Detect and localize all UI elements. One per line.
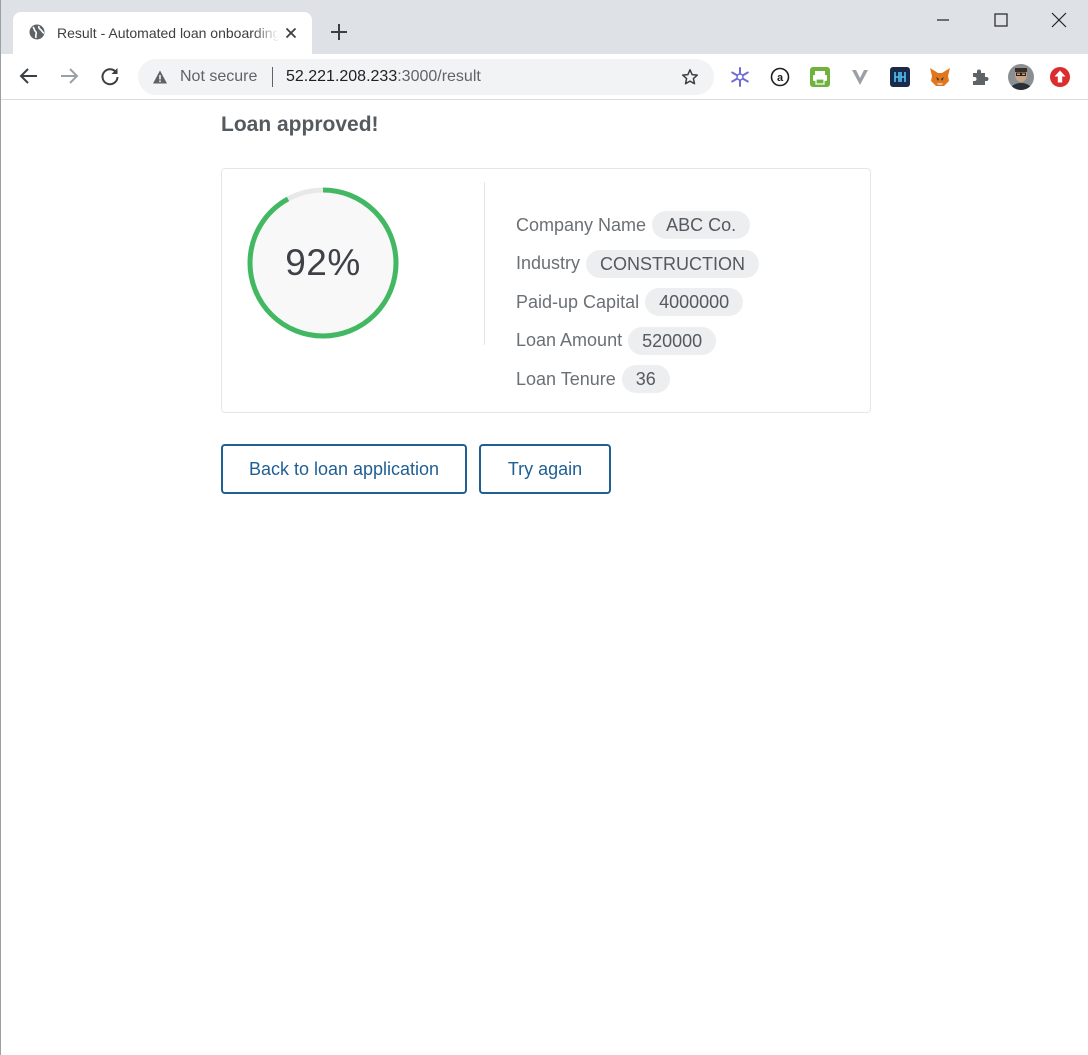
bookmark-star-icon[interactable] — [681, 68, 699, 86]
field-label: Company Name — [516, 214, 647, 235]
try-again-button[interactable]: Try again — [479, 444, 611, 494]
metamask-fox-icon[interactable] — [929, 66, 951, 88]
field-loan-amount: Loan Amount 520000 — [516, 322, 759, 361]
active-tab[interactable]: Result - Automated loan onboarding — [13, 12, 312, 54]
field-value-badge: 36 — [621, 365, 670, 394]
browser-toolbar: Not secure 52.221.208.233:3000/result a — [1, 54, 1088, 100]
globe-icon — [29, 24, 45, 40]
a-circle-extension-icon[interactable]: a — [769, 66, 791, 88]
v-extension-icon[interactable] — [849, 66, 871, 88]
url-host: 52.221.208.233 — [286, 68, 398, 85]
snowflake-extension-icon[interactable] — [729, 66, 751, 88]
back-to-loan-application-button[interactable]: Back to loan application — [221, 444, 467, 494]
security-status[interactable]: Not secure — [180, 68, 257, 86]
field-loan-tenure: Loan Tenure 36 — [516, 360, 759, 399]
close-tab-icon[interactable] — [283, 25, 299, 41]
red-up-arrow-extension-icon[interactable] — [1049, 66, 1071, 88]
tab-strip: Result - Automated loan onboarding — [1, 0, 1088, 54]
field-label: Loan Amount — [516, 330, 623, 351]
field-value-badge: 520000 — [628, 326, 717, 355]
address-bar[interactable]: Not secure 52.221.208.233:3000/result — [138, 59, 714, 95]
result-card: 92% Company Name ABC Co. Industry CONSTR… — [221, 168, 871, 413]
maximize-icon[interactable] — [991, 10, 1011, 30]
new-tab-icon[interactable] — [329, 22, 349, 42]
omnibox-separator — [272, 67, 273, 87]
svg-text:a: a — [777, 72, 784, 84]
field-label: Loan Tenure — [516, 368, 616, 389]
field-industry: Industry CONSTRUCTION — [516, 245, 760, 284]
field-label: Industry — [516, 253, 581, 274]
field-value-badge: ABC Co. — [652, 211, 751, 240]
url-path: :3000/result — [397, 68, 481, 85]
field-paid-up-capital: Paid-up Capital 4000000 — [516, 283, 759, 322]
field-value-badge: CONSTRUCTION — [586, 249, 760, 278]
field-company-name: Company Name ABC Co. — [516, 206, 759, 245]
card-divider — [484, 182, 485, 345]
field-value-badge: 4000000 — [645, 288, 744, 317]
warning-icon[interactable] — [152, 69, 168, 85]
page-title: Loan approved! — [221, 113, 379, 136]
browser-window: Result - Automated loan onboarding Not s… — [0, 0, 1088, 1055]
url-text[interactable]: 52.221.208.233:3000/result — [286, 68, 481, 86]
reload-icon[interactable] — [99, 65, 121, 87]
back-arrow-icon[interactable] — [18, 65, 40, 87]
tab-title: Result - Automated loan onboarding — [57, 25, 279, 41]
loan-details: Company Name ABC Co. Industry CONSTRUCTI… — [516, 206, 760, 399]
profile-avatar[interactable] — [1007, 63, 1035, 91]
lf-extension-icon[interactable] — [889, 66, 911, 88]
score-percentage: 92% — [285, 242, 361, 283]
puzzle-icon[interactable] — [969, 66, 991, 88]
minimize-icon[interactable] — [933, 10, 953, 30]
close-window-icon[interactable] — [1049, 10, 1069, 30]
page-content: Loan approved! 92% Company Name ABC Co. … — [1, 100, 1088, 1055]
field-label: Paid-up Capital — [516, 291, 640, 312]
printer-extension-icon[interactable] — [809, 66, 831, 88]
forward-arrow-icon[interactable] — [58, 65, 80, 87]
